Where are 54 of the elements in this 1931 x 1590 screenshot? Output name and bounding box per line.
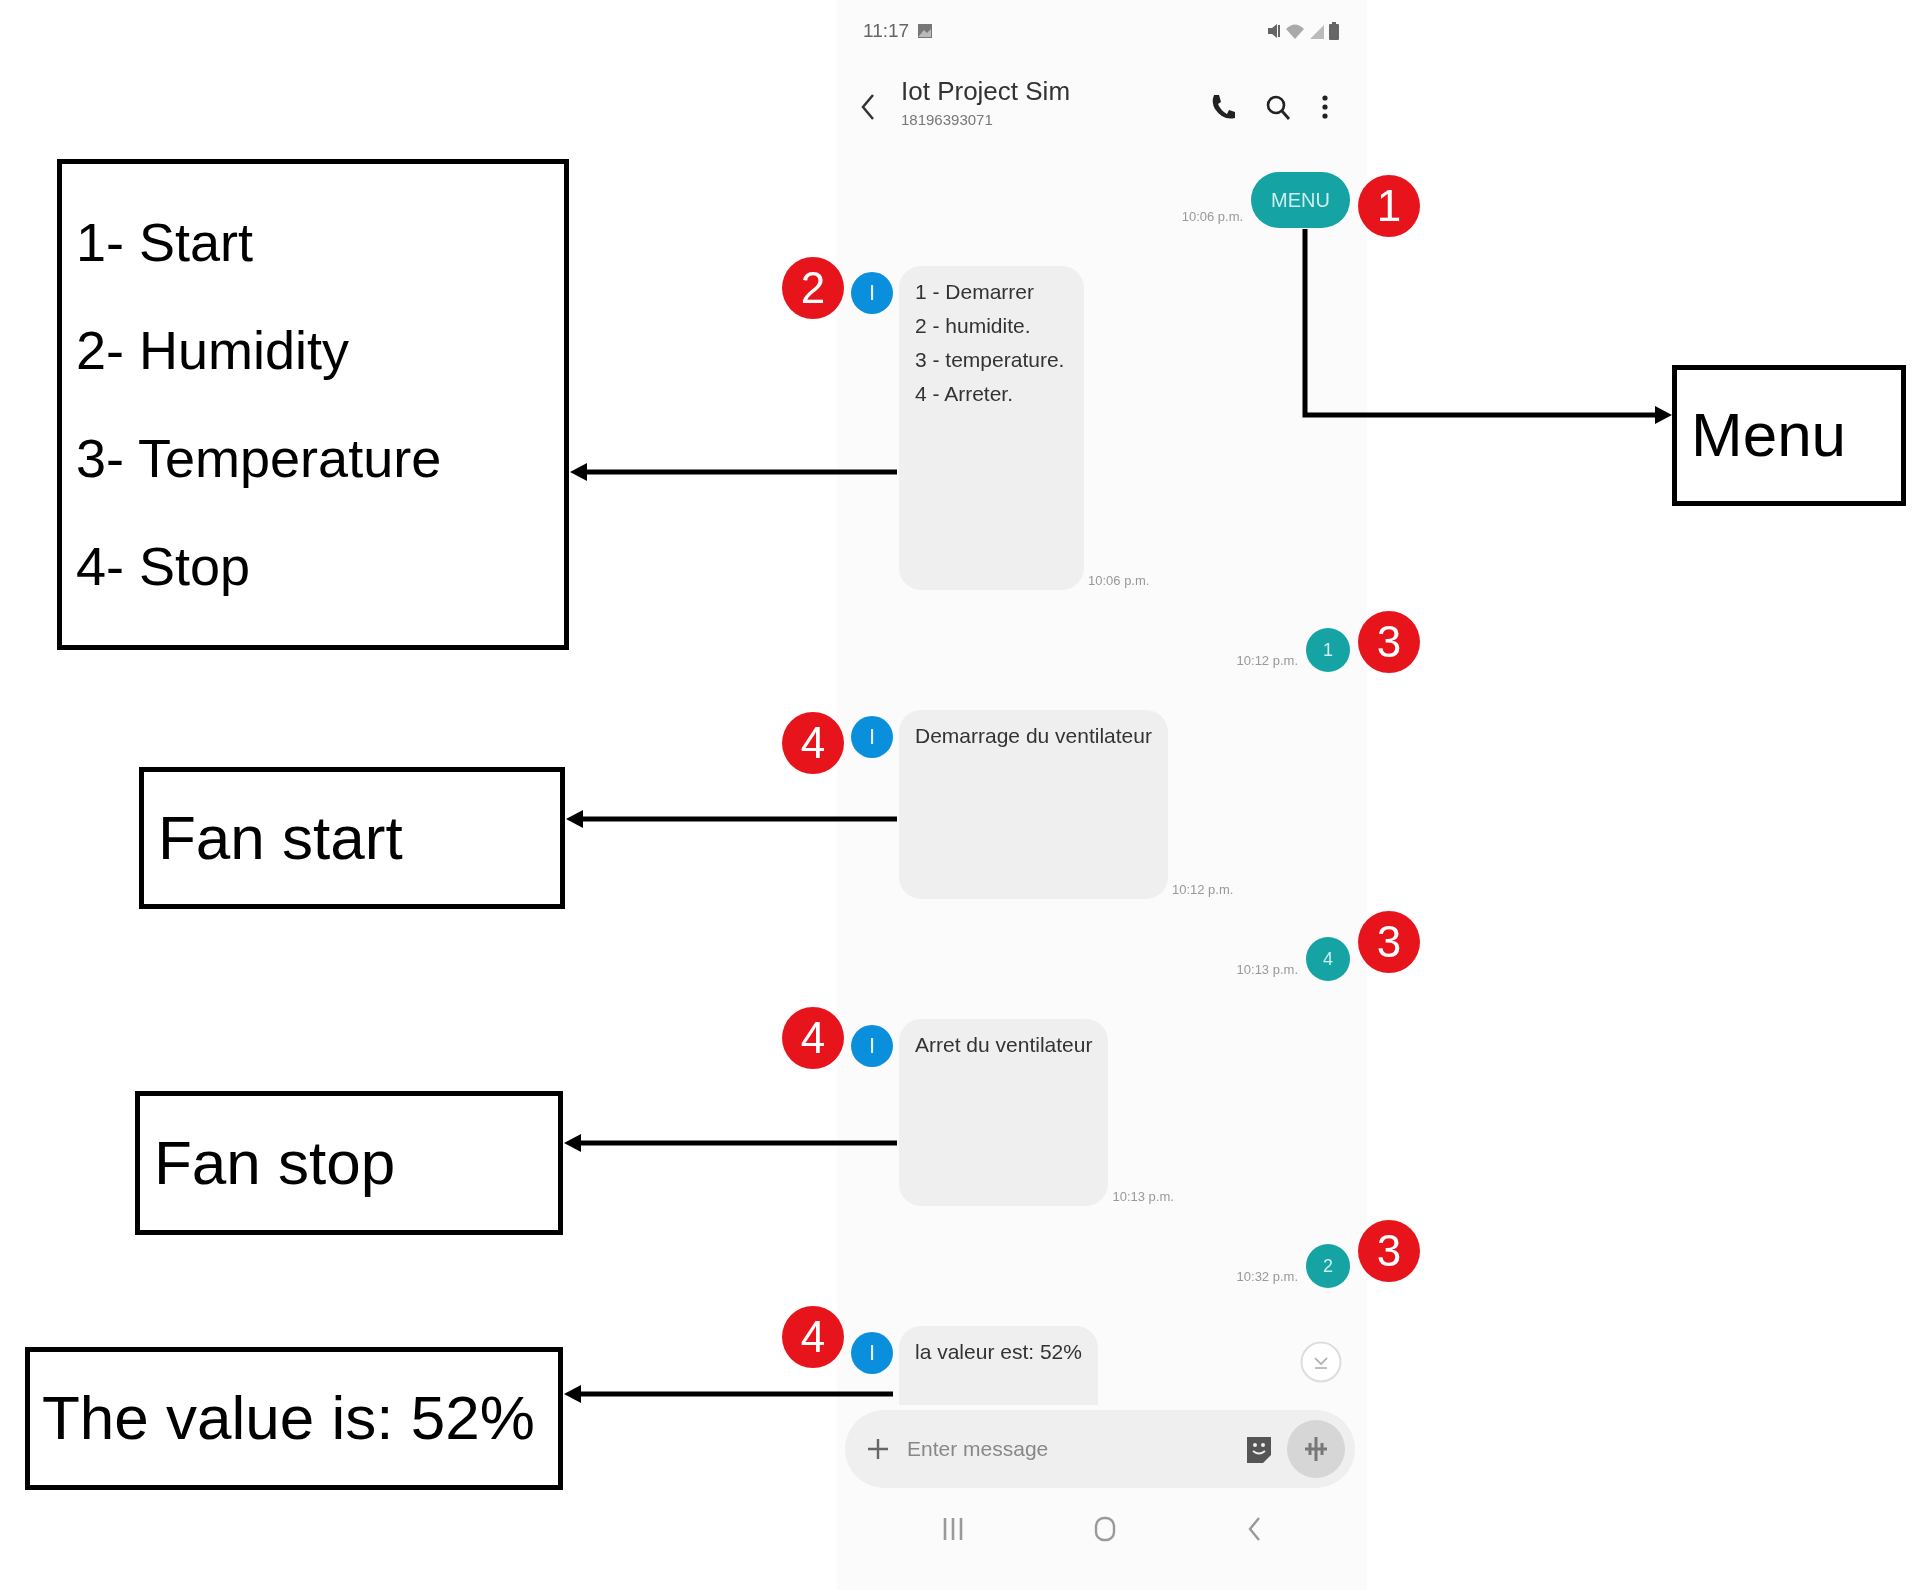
mute-icon [1267, 22, 1281, 40]
more-icon[interactable] [1321, 93, 1329, 121]
number-badge: 3 [1358, 1220, 1420, 1282]
sent-message: 4 [1306, 937, 1350, 981]
sent-message: 1 [1306, 628, 1350, 672]
contact-avatar: I [851, 716, 893, 758]
annotation-text: 4- Stop [76, 536, 252, 597]
number-badge: 2 [782, 257, 844, 319]
recents-icon[interactable] [942, 1516, 964, 1542]
contact-avatar: I [851, 272, 893, 314]
phone-number: 18196393071 [901, 111, 994, 128]
message-text: la valeur est: 52% [915, 1339, 1082, 1365]
message-time: 10:06 p.m. [1181, 209, 1244, 226]
annotation-text: 3- Temperature [76, 428, 443, 489]
number-badge: 3 [1358, 611, 1420, 673]
message-text: 2 - humidite. [915, 313, 1032, 339]
battery-icon [1329, 22, 1339, 40]
message-text: Arret du ventilateur [915, 1032, 1093, 1058]
search-icon[interactable] [1265, 93, 1291, 121]
sticker-icon[interactable] [1247, 1435, 1271, 1463]
status-time: 11:17 [863, 20, 910, 42]
message-text: 1 - Demarrer [915, 279, 1036, 305]
message-time: 10:13 p.m. [1236, 962, 1298, 979]
annotation-text: Fan stop [154, 1128, 397, 1198]
annotation-text: 2- Humidity [76, 320, 351, 381]
message-text: 4 - Arreter. [915, 381, 1015, 407]
message-text: 3 - temperature. [915, 347, 1066, 373]
plus-icon[interactable] [867, 1438, 889, 1460]
voice-button[interactable] [1287, 1420, 1345, 1478]
number-badge: 4 [782, 1306, 844, 1368]
contact-avatar: I [851, 1025, 893, 1067]
sent-message: MENU [1251, 172, 1350, 228]
annotation-text: Fan start [158, 803, 404, 873]
message-input[interactable]: Enter message [905, 1436, 1231, 1462]
number-badge: 4 [782, 712, 844, 774]
message-time: 10:12 p.m. [1236, 653, 1298, 670]
annotation-text: The value is: 52% [42, 1384, 536, 1453]
number-badge: 3 [1358, 911, 1420, 973]
message-time: 10:13 p.m. [1112, 1189, 1174, 1206]
sent-message: 2 [1306, 1244, 1350, 1288]
image-icon [917, 23, 934, 39]
annotation-text: Menu [1691, 401, 1848, 470]
message-time: 10:12 p.m. [1171, 882, 1234, 899]
message-text: Demarrage du ventilateur [915, 723, 1152, 749]
annotation-text: 1- Start [76, 212, 255, 273]
number-badge: 1 [1358, 175, 1420, 237]
message-time: 10:06 p.m. [1088, 573, 1150, 590]
wifi-icon [1285, 22, 1305, 40]
contact-avatar: I [851, 1332, 893, 1374]
number-badge: 4 [782, 1007, 844, 1069]
message-time: 10:32 p.m. [1236, 1269, 1298, 1286]
back-icon[interactable] [859, 92, 877, 122]
contact-name: Iot Project Sim [901, 76, 1071, 107]
home-icon[interactable] [1094, 1516, 1116, 1542]
